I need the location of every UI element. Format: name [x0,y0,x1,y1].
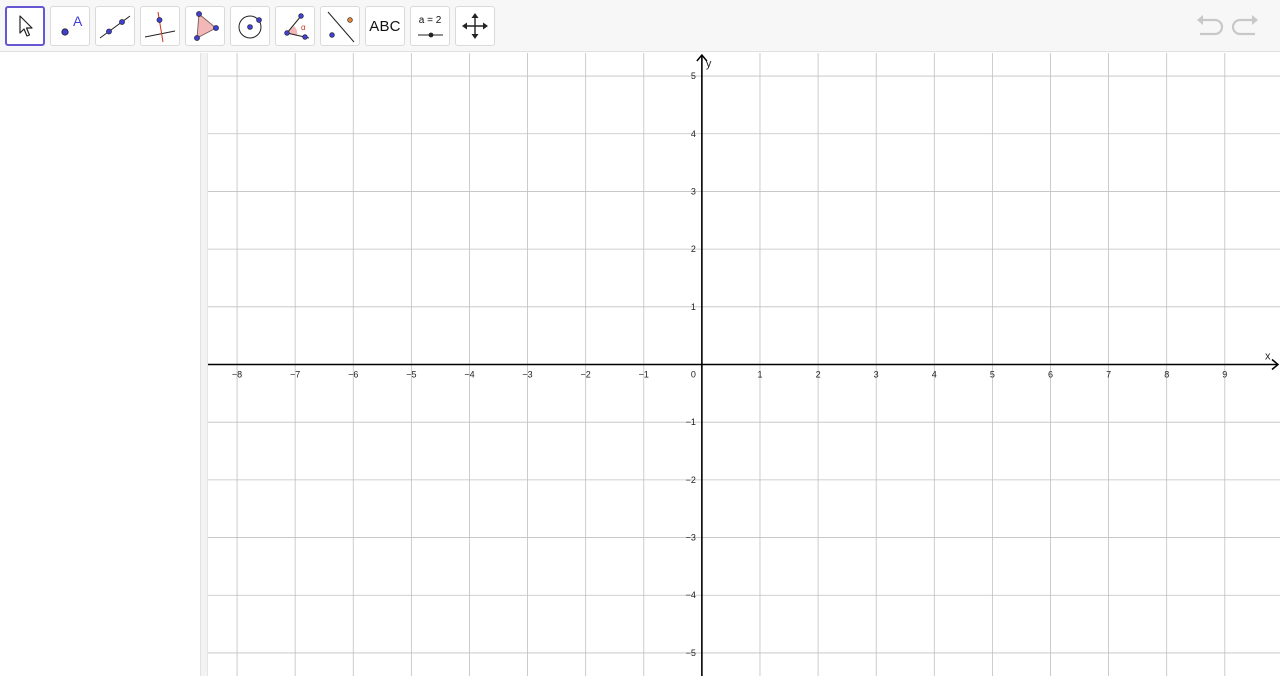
y-tick-label: 3 [691,186,696,196]
toolbar: A α ABC a = 2 [0,0,1280,52]
angle-icon: α [284,13,310,40]
slider-tool-button[interactable]: a = 2 [410,6,450,46]
x-tick-label: −2 [581,370,591,380]
axes: x y 0 [208,53,1280,676]
x-tick-label: −3 [522,370,532,380]
move-graphics-view-icon [462,13,488,39]
x-tick-label: −5 [406,370,416,380]
x-tick-label: −6 [348,370,358,380]
redo-icon [1231,15,1258,36]
undo-button[interactable] [1192,10,1226,42]
view-divider-handle[interactable] [200,53,208,676]
redo-button[interactable] [1229,10,1263,42]
x-tick-label: −8 [232,370,242,380]
circle-center-point-icon [238,15,262,39]
algebra-view[interactable] [0,53,200,676]
polygon-tool-button[interactable] [185,6,225,46]
y-axis-label: y [706,58,712,70]
circle-tool-button[interactable] [230,6,270,46]
coordinate-plane[interactable]: x y 0 −8 −7 −6 −5 −4 −3 −2 −1 1 2 3 4 5 6 7 8 9 −5 −4 −3 −2 −… [208,53,1280,676]
polygon-icon [194,11,219,41]
point-tool-button[interactable]: A [50,6,90,46]
x-tick-label: 7 [1106,370,1111,380]
x-tick-label: 6 [1048,370,1053,380]
point-tool-glyph: A [73,13,83,29]
y-tick-label: −5 [686,648,696,658]
x-tick-label: 9 [1222,370,1227,380]
reflect-about-line-icon [327,11,355,43]
text-tool-label: ABC [369,17,401,35]
x-tick-label: 2 [816,370,821,380]
move-tool-button[interactable] [5,6,45,46]
x-tick-label: 8 [1164,370,1169,380]
cursor-arrow-icon [19,15,33,37]
x-axis-label: x [1265,351,1271,363]
y-tick-label: 4 [691,129,696,139]
x-tick-label: −4 [464,370,474,380]
point-icon: A [61,13,83,36]
y-tick-label: −2 [686,475,696,485]
undo-icon [1197,15,1224,36]
x-tick-label: 5 [990,370,995,380]
y-tick-label: −1 [686,417,696,427]
reflect-tool-button[interactable] [320,6,360,46]
y-tick-label: 2 [691,244,696,254]
x-tick-label: −7 [290,370,300,380]
angle-tool-button[interactable]: α [275,6,315,46]
angle-tool-glyph: α [301,23,306,32]
graphics-view[interactable]: x y 0 −8 −7 −6 −5 −4 −3 −2 −1 1 2 3 4 5 6 7 8 9 −5 −4 −3 −2 −… [208,53,1280,676]
origin-label: 0 [691,370,696,380]
slider-icon [418,32,443,38]
text-tool-button[interactable]: ABC [365,6,405,46]
perpendicular-line-icon [144,11,176,43]
perpendicular-line-tool-button[interactable] [140,6,180,46]
x-tick-label: −1 [639,370,649,380]
line-through-points-icon [99,15,131,39]
y-tick-label: −4 [686,590,696,600]
x-tick-label: 4 [932,370,937,380]
x-tick-label: 3 [874,370,879,380]
y-tick-label: 1 [691,302,696,312]
move-graphics-tool-button[interactable] [455,6,495,46]
x-tick-label: 1 [757,370,762,380]
line-tool-button[interactable] [95,6,135,46]
y-tick-label: 5 [691,71,696,81]
y-tick-label: −3 [686,533,696,543]
